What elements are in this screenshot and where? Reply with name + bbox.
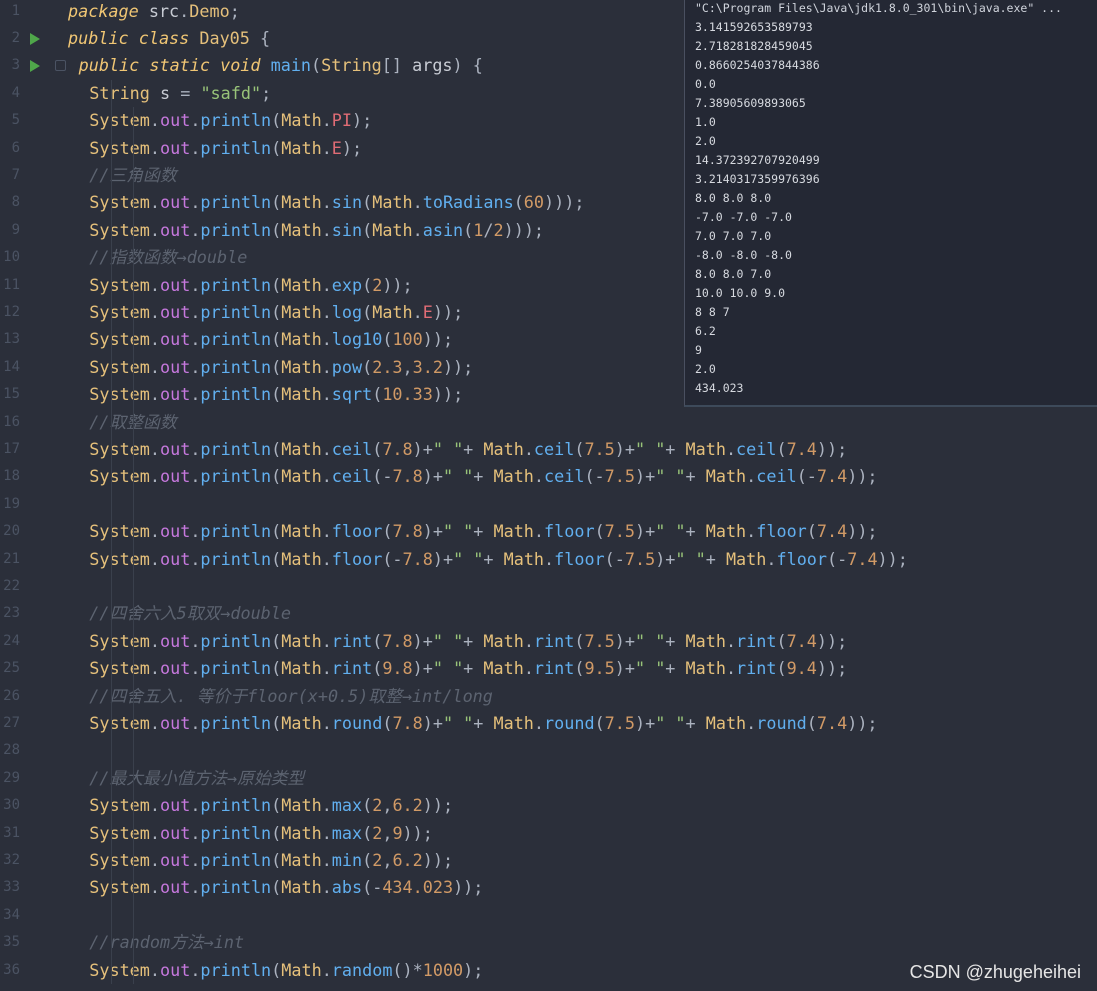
indent-guide xyxy=(133,107,134,984)
line-number: 13 xyxy=(3,331,20,348)
line-number: 3 xyxy=(11,57,20,74)
console-line: 1.0 xyxy=(695,115,716,129)
code-line[interactable]: System.out.println(Math.min(2,6.2)); xyxy=(89,847,453,874)
line-number: 23 xyxy=(3,605,20,622)
indent-guide xyxy=(111,79,112,984)
line-number: 18 xyxy=(3,468,20,485)
line-number: 19 xyxy=(3,495,20,512)
line-number: 12 xyxy=(3,303,20,320)
code-line[interactable]: //指数函数→double xyxy=(89,244,247,271)
console-line: 2.718281828459045 xyxy=(695,39,813,53)
code-line[interactable]: package src.Demo; xyxy=(68,0,240,25)
line-number: 1 xyxy=(11,2,20,19)
line-number: 35 xyxy=(3,934,20,951)
code-line[interactable]: System.out.println(Math.pow(2.3,3.2)); xyxy=(89,354,473,381)
line-number: 36 xyxy=(3,961,20,978)
line-number: 26 xyxy=(3,687,20,704)
console-line: 8.0 8.0 7.0 xyxy=(695,267,772,281)
code-line[interactable]: //四舍五入. 等价于floor(x+0.5)取整→int/long xyxy=(89,683,493,710)
code-line[interactable]: System.out.println(Math.E); xyxy=(89,135,362,162)
code-line[interactable]: String s = "safd"; xyxy=(89,80,271,107)
line-number: 15 xyxy=(3,386,20,403)
console-line: 8.0 8.0 8.0 xyxy=(695,191,772,205)
line-number: 10 xyxy=(3,249,20,266)
code-line[interactable]: System.out.println(Math.ceil(7.8)+" "+ M… xyxy=(89,436,847,463)
line-number: 22 xyxy=(3,577,20,594)
console-line: 8 8 7 xyxy=(695,305,730,319)
line-number: 8 xyxy=(11,194,20,211)
code-line[interactable]: System.out.println(Math.log(Math.E)); xyxy=(89,299,463,326)
line-number: 9 xyxy=(11,221,20,238)
line-number: 27 xyxy=(3,714,20,731)
line-number: 14 xyxy=(3,358,20,375)
line-number: 28 xyxy=(3,742,20,759)
console-line: 7.0 7.0 7.0 xyxy=(695,229,772,243)
code-line[interactable]: System.out.println(Math.abs(-434.023)); xyxy=(89,874,483,901)
code-line[interactable]: public static void main(String[] args) { xyxy=(79,52,483,79)
code-line[interactable]: System.out.println(Math.round(7.8)+" "+ … xyxy=(89,710,877,737)
line-number: 33 xyxy=(3,879,20,896)
code-line[interactable]: //四舍六入5取双→double xyxy=(89,600,291,627)
console-line: 6.2 xyxy=(695,324,716,338)
console-line: 2.0 xyxy=(695,134,716,148)
run-gutter-icon[interactable] xyxy=(30,32,40,45)
code-line[interactable]: public class Day05 { xyxy=(68,25,270,52)
console-line: 3.141592653589793 xyxy=(695,20,813,34)
line-number: 21 xyxy=(3,550,20,567)
line-number: 20 xyxy=(3,523,20,540)
line-number-gutter: 1 2 3 4 5 6 7 8 9 10 11 12 13 14 15 16 17 18 19 20 21 22 23 24 2… xyxy=(0,0,66,991)
console-line: -7.0 -7.0 -7.0 xyxy=(695,210,792,224)
line-number: 17 xyxy=(3,440,20,457)
code-line[interactable]: System.out.println(Math.sin(Math.toRadia… xyxy=(89,189,584,216)
line-number: 2 xyxy=(11,29,20,46)
line-number: 29 xyxy=(3,769,20,786)
console-line: 7.38905609893065 xyxy=(695,96,806,110)
line-number: 5 xyxy=(11,112,20,129)
console-line: 10.0 10.0 9.0 xyxy=(695,286,786,300)
run-console-output: "C:\Program Files\Java\jdk1.8.0_301\bin\… xyxy=(684,0,1097,407)
code-line[interactable]: System.out.println(Math.PI); xyxy=(89,107,372,134)
code-line[interactable]: System.out.println(Math.rint(7.8)+" "+ M… xyxy=(89,628,847,655)
line-number: 7 xyxy=(11,166,20,183)
console-line: 3.2140317359976396 xyxy=(695,172,820,186)
run-gutter-icon[interactable] xyxy=(30,60,40,73)
line-number: 6 xyxy=(11,139,20,156)
code-line[interactable]: System.out.println(Math.sqrt(10.33)); xyxy=(89,381,463,408)
fold-marker-icon[interactable] xyxy=(55,60,66,72)
watermark: CSDN @zhugeheihei xyxy=(909,962,1081,982)
line-number: 32 xyxy=(3,851,20,868)
line-number: 25 xyxy=(3,660,20,677)
console-line: 0.8660254037844386 xyxy=(695,58,820,72)
code-line[interactable]: //random方法→int xyxy=(89,929,244,956)
code-line[interactable]: //最大最小值方法→原始类型 xyxy=(89,765,304,792)
console-command-line: "C:\Program Files\Java\jdk1.8.0_301\bin\… xyxy=(695,1,1062,15)
code-line[interactable]: System.out.println(Math.ceil(-7.8)+" "+ … xyxy=(89,463,877,490)
console-line: 14.372392707920499 xyxy=(695,153,820,167)
console-line: 0.0 xyxy=(695,77,716,91)
line-number: 11 xyxy=(3,276,20,293)
line-number: 16 xyxy=(3,413,20,430)
line-number: 24 xyxy=(3,632,20,649)
line-number: 34 xyxy=(3,906,20,923)
console-line: -8.0 -8.0 -8.0 xyxy=(695,248,792,262)
line-number: 4 xyxy=(11,84,20,101)
code-line[interactable]: System.out.println(Math.log10(100)); xyxy=(89,326,453,353)
code-line[interactable]: System.out.println(Math.floor(-7.8)+" "+… xyxy=(89,546,908,573)
line-number: 30 xyxy=(3,797,20,814)
code-line[interactable]: System.out.println(Math.sin(Math.asin(1/… xyxy=(89,217,544,244)
console-line: 434.023 xyxy=(695,381,744,395)
code-line[interactable]: System.out.println(Math.random()*1000); xyxy=(89,957,483,984)
code-line[interactable]: System.out.println(Math.rint(9.8)+" "+ M… xyxy=(89,655,847,682)
line-number: 31 xyxy=(3,824,20,841)
console-line: 2.0 xyxy=(695,362,716,376)
code-line[interactable]: System.out.println(Math.max(2,6.2)); xyxy=(89,792,453,819)
code-line[interactable]: System.out.println(Math.exp(2)); xyxy=(89,272,412,299)
console-line: 9 xyxy=(695,343,702,357)
code-line[interactable]: System.out.println(Math.floor(7.8)+" "+ … xyxy=(89,518,877,545)
code-line[interactable]: System.out.println(Math.max(2,9)); xyxy=(89,820,433,847)
